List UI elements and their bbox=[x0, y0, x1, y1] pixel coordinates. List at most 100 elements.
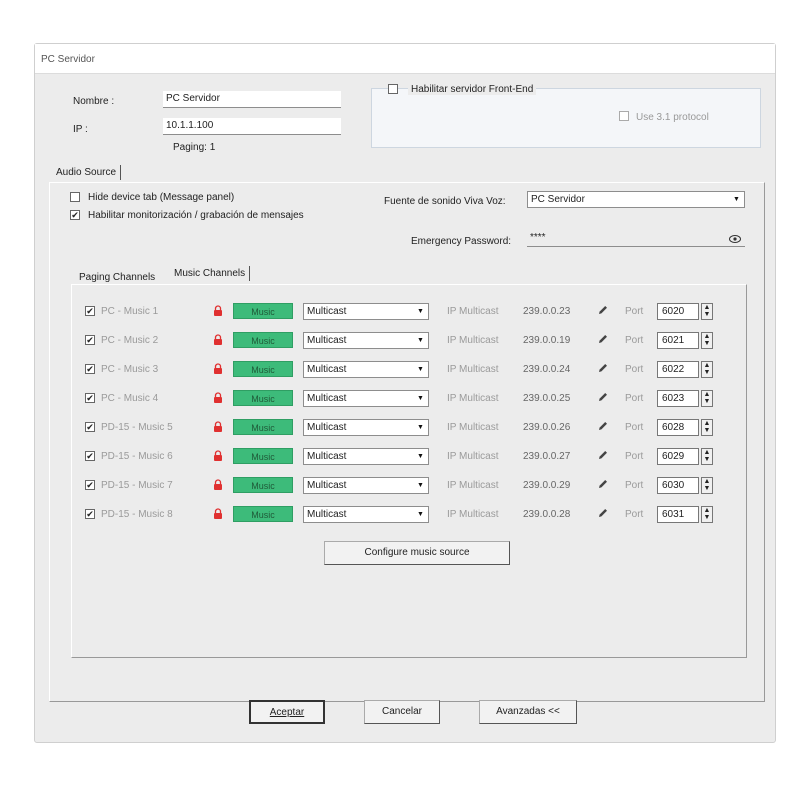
music-badge[interactable]: Music bbox=[233, 448, 293, 464]
port-input[interactable]: 6028 bbox=[657, 419, 699, 436]
channel-mode-select[interactable]: Multicast ▼ bbox=[303, 419, 429, 436]
pencil-icon[interactable] bbox=[597, 478, 609, 490]
lock-icon[interactable] bbox=[213, 450, 223, 462]
port-input[interactable]: 6029 bbox=[657, 448, 699, 465]
channel-row: ✔ PC - Music 4 Music Multicast ▼ IP Multicast… bbox=[85, 389, 725, 411]
avanzadas-label: Avanzadas << bbox=[496, 706, 560, 717]
channel-mode-select[interactable]: Multicast ▼ bbox=[303, 303, 429, 320]
pc-servidor-dialog: PC Servidor Nombre : PC Servidor IP : 10… bbox=[34, 43, 776, 743]
port-input[interactable]: 6021 bbox=[657, 332, 699, 349]
spinner-icon[interactable]: ▲ ▼ bbox=[701, 390, 713, 407]
lock-icon[interactable] bbox=[213, 363, 223, 375]
port-input[interactable]: 6031 bbox=[657, 506, 699, 523]
fuente-select[interactable]: PC Servidor ▼ bbox=[527, 191, 745, 208]
chevron-down-icon: ▼ bbox=[417, 337, 424, 344]
avanzadas-button[interactable]: Avanzadas << bbox=[479, 700, 577, 724]
spinner-icon[interactable]: ▲ ▼ bbox=[701, 361, 713, 378]
chevron-down-icon: ▼ bbox=[417, 424, 424, 431]
channel-mode-select[interactable]: Multicast ▼ bbox=[303, 506, 429, 523]
channel-enabled-checkbox[interactable]: ✔ bbox=[85, 451, 95, 461]
channel-name: PC - Music 1 bbox=[101, 306, 159, 317]
channel-mode-value: Multicast bbox=[307, 422, 347, 433]
ip-input[interactable]: 10.1.1.100 bbox=[163, 118, 341, 135]
chevron-down-icon: ▼ bbox=[417, 395, 424, 402]
spinner-icon[interactable]: ▲ ▼ bbox=[701, 419, 713, 436]
lock-icon[interactable] bbox=[213, 334, 223, 346]
ip-multicast-label: IP Multicast bbox=[447, 393, 499, 404]
channel-mode-select[interactable]: Multicast ▼ bbox=[303, 361, 429, 378]
lock-icon[interactable] bbox=[213, 421, 223, 433]
music-badge[interactable]: Music bbox=[233, 303, 293, 319]
pencil-icon[interactable] bbox=[597, 391, 609, 403]
title-bar: PC Servidor bbox=[35, 44, 775, 74]
pencil-icon[interactable] bbox=[597, 333, 609, 345]
music-badge[interactable]: Music bbox=[233, 419, 293, 435]
music-badge[interactable]: Music bbox=[233, 477, 293, 493]
lock-icon[interactable] bbox=[213, 479, 223, 491]
spinner-icon[interactable]: ▲ ▼ bbox=[701, 506, 713, 523]
channel-mode-select[interactable]: Multicast ▼ bbox=[303, 477, 429, 494]
use31-checkbox[interactable] bbox=[619, 111, 629, 121]
ip-multicast-value: 239.0.0.26 bbox=[523, 422, 571, 433]
aceptar-button[interactable]: Aceptar bbox=[249, 700, 325, 724]
chevron-down-icon: ▼ bbox=[417, 366, 424, 373]
channel-enabled-checkbox[interactable]: ✔ bbox=[85, 393, 95, 403]
frontend-checkbox[interactable] bbox=[388, 84, 398, 94]
channel-enabled-checkbox[interactable]: ✔ bbox=[85, 335, 95, 345]
configure-music-source-button[interactable]: Configure music source bbox=[324, 541, 510, 565]
channel-row: ✔ PD-15 - Music 6 Music Multicast ▼ IP Multic… bbox=[85, 447, 725, 469]
spinner-icon[interactable]: ▲ ▼ bbox=[701, 303, 713, 320]
pencil-icon[interactable] bbox=[597, 449, 609, 461]
channel-mode-select[interactable]: Multicast ▼ bbox=[303, 390, 429, 407]
spinner-icon[interactable]: ▲ ▼ bbox=[701, 448, 713, 465]
fuente-label: Fuente de sonido Viva Voz: bbox=[384, 196, 506, 207]
channel-row: ✔ PD-15 - Music 5 Music Multicast ▼ IP Multic… bbox=[85, 418, 725, 440]
spinner-icon[interactable]: ▲ ▼ bbox=[701, 332, 713, 349]
channel-enabled-checkbox[interactable]: ✔ bbox=[85, 422, 95, 432]
nombre-input[interactable]: PC Servidor bbox=[163, 91, 341, 108]
pencil-icon[interactable] bbox=[597, 304, 609, 316]
pencil-icon[interactable] bbox=[597, 362, 609, 374]
port-label: Port bbox=[625, 509, 644, 520]
pencil-icon[interactable] bbox=[597, 507, 609, 519]
eye-icon[interactable] bbox=[729, 234, 741, 244]
lock-icon[interactable] bbox=[213, 305, 223, 317]
chevron-down-icon: ▼ bbox=[417, 482, 424, 489]
music-badge[interactable]: Music bbox=[233, 506, 293, 522]
music-badge[interactable]: Music bbox=[233, 361, 293, 377]
port-input[interactable]: 6022 bbox=[657, 361, 699, 378]
channel-enabled-checkbox[interactable]: ✔ bbox=[85, 509, 95, 519]
tab-music-channels[interactable]: Music Channels bbox=[170, 266, 251, 281]
port-input[interactable]: 6020 bbox=[657, 303, 699, 320]
cancelar-button[interactable]: Cancelar bbox=[364, 700, 440, 724]
port-input[interactable]: 6023 bbox=[657, 390, 699, 407]
music-badge[interactable]: Music bbox=[233, 332, 293, 348]
monitor-checkbox[interactable]: ✔ bbox=[70, 210, 80, 220]
pencil-icon[interactable] bbox=[597, 420, 609, 432]
nombre-label: Nombre : bbox=[73, 96, 115, 107]
spinner-icon[interactable]: ▲ ▼ bbox=[701, 477, 713, 494]
music-badge[interactable]: Music bbox=[233, 390, 293, 406]
port-label: Port bbox=[625, 306, 644, 317]
channel-name: PD-15 - Music 5 bbox=[101, 422, 173, 433]
hide-tab-checkbox[interactable] bbox=[70, 192, 80, 202]
channel-mode-select[interactable]: Multicast ▼ bbox=[303, 332, 429, 349]
channel-mode-value: Multicast bbox=[307, 451, 347, 462]
channel-enabled-checkbox[interactable]: ✔ bbox=[85, 480, 95, 490]
channel-mode-select[interactable]: Multicast ▼ bbox=[303, 448, 429, 465]
channel-row: ✔ PC - Music 2 Music Multicast ▼ IP Multicast… bbox=[85, 331, 725, 353]
channel-enabled-checkbox[interactable]: ✔ bbox=[85, 306, 95, 316]
emergency-password-input[interactable]: **** bbox=[527, 230, 745, 247]
channel-name: PD-15 - Music 6 bbox=[101, 451, 173, 462]
lock-icon[interactable] bbox=[213, 508, 223, 520]
ip-multicast-label: IP Multicast bbox=[447, 451, 499, 462]
tab-audio-source[interactable]: Audio Source bbox=[52, 165, 122, 180]
ip-multicast-value: 239.0.0.24 bbox=[523, 364, 571, 375]
port-input[interactable]: 6030 bbox=[657, 477, 699, 494]
port-label: Port bbox=[625, 364, 644, 375]
lock-icon[interactable] bbox=[213, 392, 223, 404]
port-label: Port bbox=[625, 335, 644, 346]
channel-enabled-checkbox[interactable]: ✔ bbox=[85, 364, 95, 374]
tab-paging-channels[interactable]: Paging Channels bbox=[75, 270, 159, 285]
ip-multicast-value: 239.0.0.27 bbox=[523, 451, 571, 462]
